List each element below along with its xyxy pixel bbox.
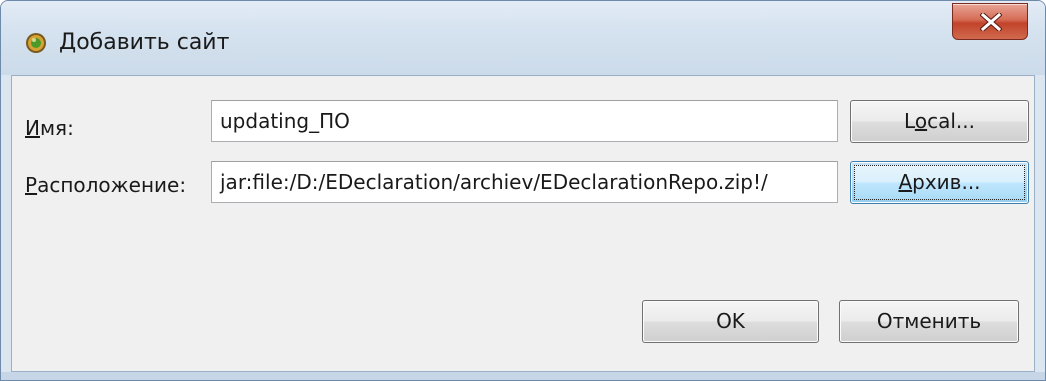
archive-button[interactable]: Архив... [850, 161, 1029, 204]
eclipse-install-icon [25, 32, 47, 54]
window-bottom-border [1, 372, 1045, 380]
dialog-body: Имя: updating_ПО Local... Расположение: … [11, 75, 1035, 372]
name-input[interactable]: updating_ПО [211, 100, 838, 142]
dialog-title: Добавить сайт [59, 30, 230, 55]
name-label: Имя: [25, 116, 74, 140]
close-button[interactable] [952, 3, 1028, 40]
location-input[interactable]: jar:file:/D:/EDeclaration/archiev/EDecla… [211, 161, 838, 203]
cancel-button[interactable]: Отменить [839, 300, 1019, 343]
local-button[interactable]: Local... [850, 100, 1029, 143]
title-bar[interactable]: Добавить сайт [1, 1, 1045, 75]
location-label: Расположение: [25, 173, 187, 197]
dialog-window: Добавить сайт Имя: updating_ПО Local... … [0, 0, 1046, 381]
ok-button[interactable]: OK [642, 300, 819, 343]
